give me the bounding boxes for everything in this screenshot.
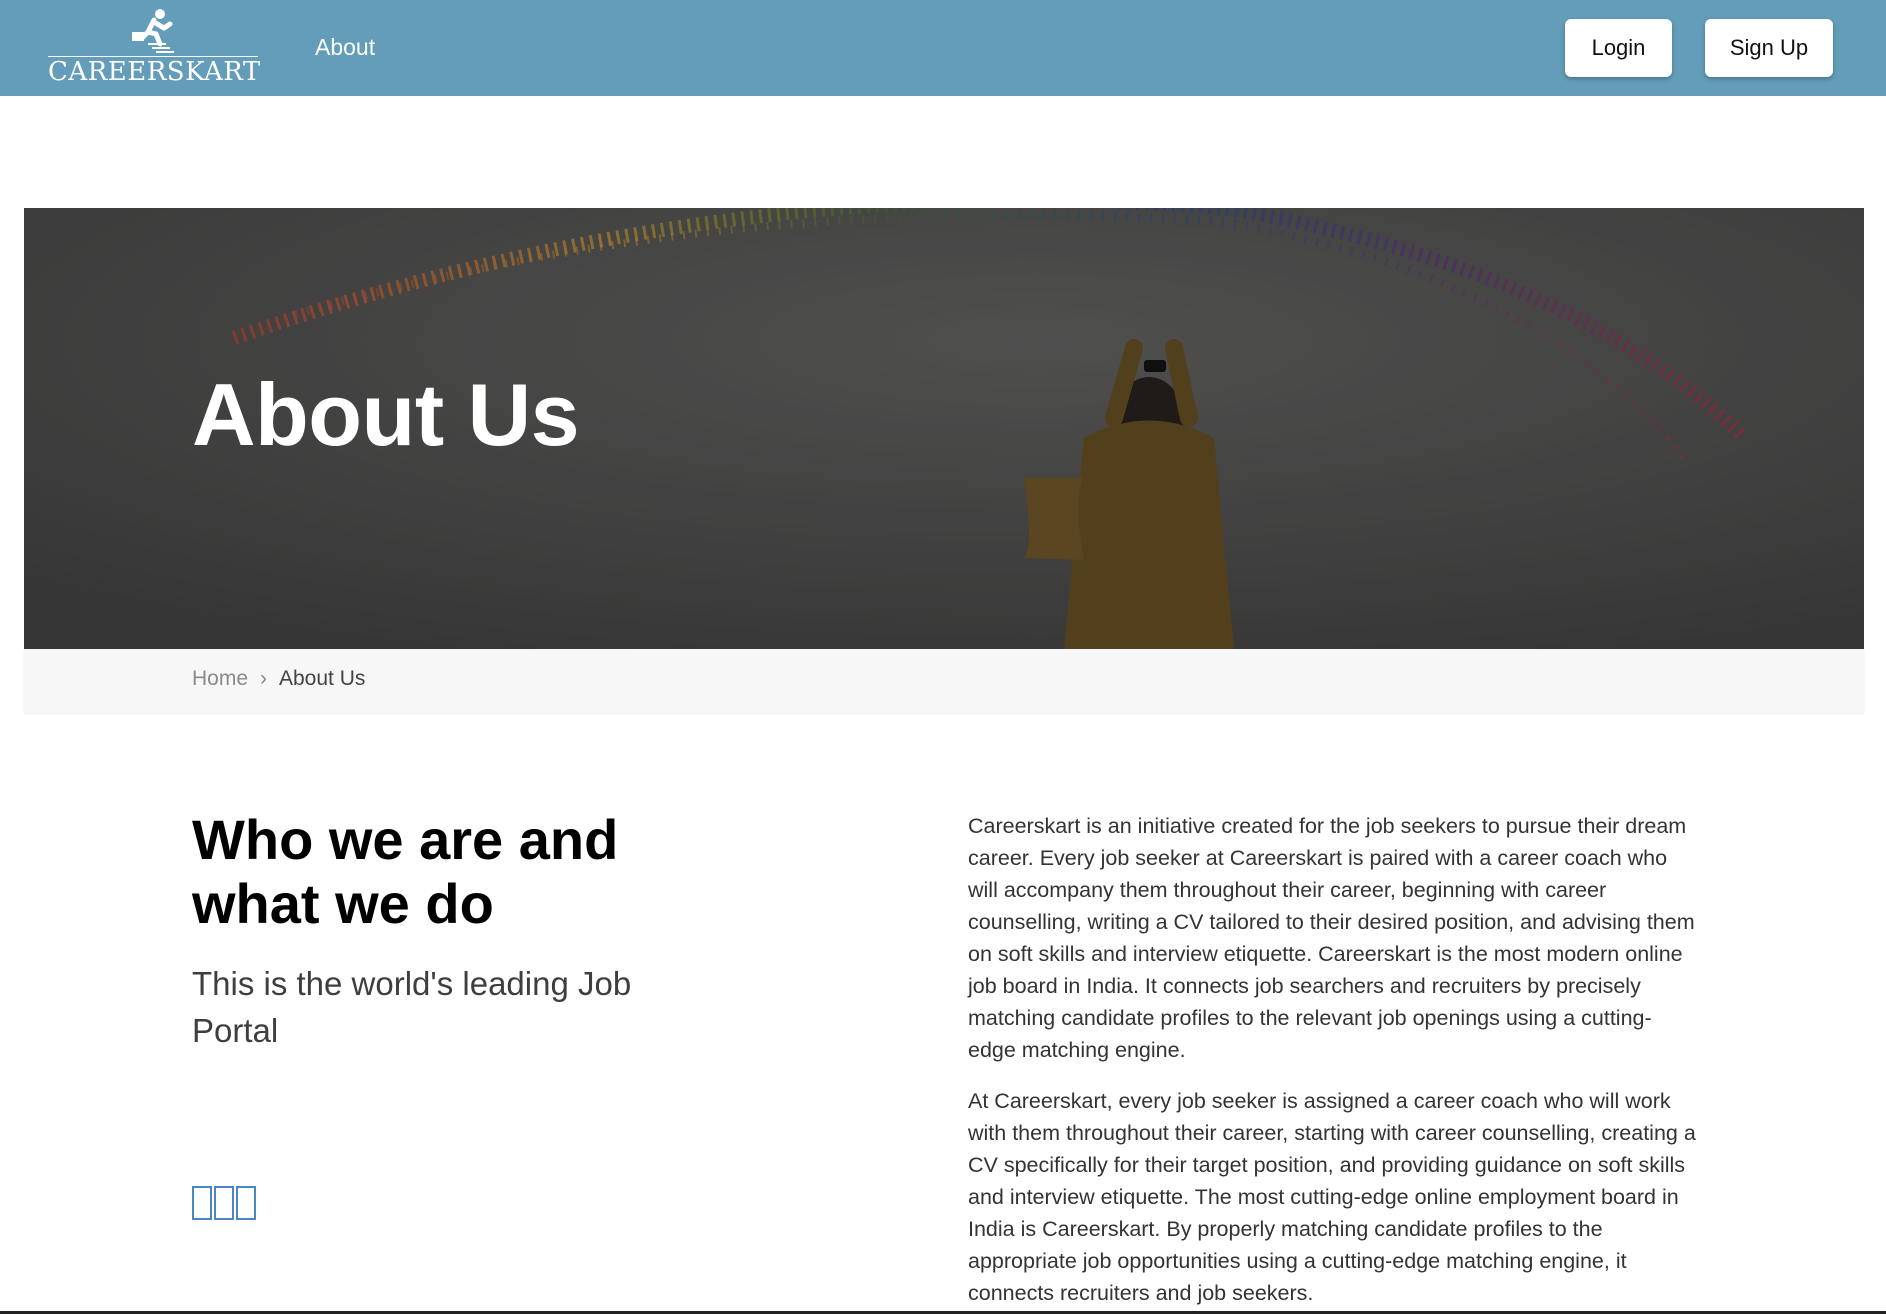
hero-title: About Us [192,365,580,464]
nav-link-about[interactable]: About [315,34,375,61]
missing-glyph-icon[interactable] [192,1186,212,1220]
breadcrumb-current: About Us [279,667,366,690]
section-tagline: This is the world's leading Job Portal [192,965,632,1049]
breadcrumb-home-link[interactable]: Home [192,667,248,691]
breadcrumb: Home › About Us [24,649,1864,713]
about-paragraph: At Careerskart, every job seeker is assi… [968,1089,1696,1305]
login-button[interactable]: Login [1565,19,1672,77]
breadcrumb-separator: › [260,667,267,690]
missing-glyph-icon[interactable] [214,1186,234,1220]
top-navbar: CAREERSKART About Login Sign Up [0,0,1886,96]
running-person-icon [132,9,174,53]
section-heading: Who we are and what we do [192,808,619,935]
signup-button[interactable]: Sign Up [1705,19,1833,77]
missing-glyph-icon[interactable] [236,1186,256,1220]
logo-wordmark: CAREERSKART [48,56,261,87]
hero-banner: About Us [24,208,1864,649]
social-icons [192,1186,256,1220]
about-paragraph: Careerskart is an initiative created for… [968,814,1695,1062]
careerskart-logo[interactable]: CAREERSKART [48,8,261,88]
